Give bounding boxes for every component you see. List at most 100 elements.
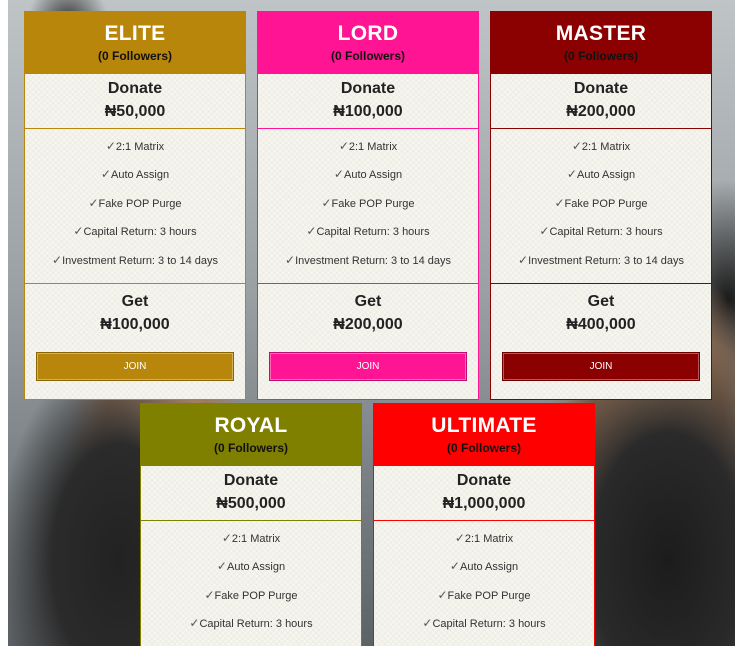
plan-title: ROYAL <box>214 414 288 437</box>
feature-item: ✓Fake POP Purge <box>374 588 594 616</box>
feature-text: Auto Assign <box>343 169 403 182</box>
plan-card-lord: LORD (0 Followers) Donate ₦100,000 ✓2:1 … <box>257 11 479 400</box>
feature-text: Investment Return: 3 to 14 days <box>62 254 218 267</box>
get-amount: ₦200,000 <box>333 316 403 333</box>
plan-card-elite: ELITE (0 Followers) Donate ₦50,000 ✓2:1 … <box>24 11 246 400</box>
followers-count: (0 Followers) <box>97 49 172 63</box>
plan-header: ROYAL (0 Followers) <box>141 404 361 466</box>
plan-title: MASTER <box>555 22 647 45</box>
plan-title: LORD <box>337 22 399 45</box>
feature-text: 2:1 Matrix <box>115 141 165 153</box>
check-icon: ✓ <box>216 559 227 574</box>
feature-text: Capital Return: 3 hours <box>83 226 197 239</box>
feature-text: Capital Return: 3 hours <box>549 226 663 239</box>
feature-item: ✓2:1 Matrix <box>491 139 711 167</box>
donate-amount: ₦100,000 <box>333 103 403 120</box>
feature-item: ✓Auto Assign <box>258 167 478 195</box>
check-icon: ✓ <box>100 167 111 182</box>
check-icon: ✓ <box>52 252 63 267</box>
feature-text: 2:1 Matrix <box>581 141 631 153</box>
join-button[interactable]: JOIN <box>269 352 467 381</box>
donate-label: Donate <box>107 80 163 97</box>
feature-text: Capital Return: 3 hours <box>432 618 546 631</box>
feature-item: ✓2:1 Matrix <box>25 139 245 167</box>
feature-item: ✓Investment Return: 3 to 14 days <box>491 253 711 281</box>
feature-text: Fake POP Purge <box>214 589 298 602</box>
feature-item: ✓Capital Return: 3 hours <box>491 224 711 252</box>
feature-item: ✓2:1 Matrix <box>141 531 361 559</box>
donate-section: Donate ₦200,000 <box>491 74 711 129</box>
check-icon: ✓ <box>422 616 433 631</box>
check-icon: ✓ <box>571 139 582 153</box>
feature-text: Capital Return: 3 hours <box>199 618 313 631</box>
donate-section: Donate ₦50,000 <box>25 74 245 129</box>
feature-text: Fake POP Purge <box>564 197 648 210</box>
feature-item: ✓Auto Assign <box>25 167 245 195</box>
check-icon: ✓ <box>554 195 565 210</box>
check-icon: ✓ <box>566 167 577 182</box>
check-icon: ✓ <box>285 252 296 267</box>
features-list: ✓2:1 Matrix ✓Auto Assign ✓Fake POP Purge… <box>25 129 245 284</box>
plan-header: ELITE (0 Followers) <box>25 12 245 74</box>
features-list: ✓2:1 Matrix ✓Auto Assign ✓Fake POP Purge… <box>374 521 594 645</box>
feature-text: Fake POP Purge <box>447 589 531 602</box>
check-icon: ✓ <box>539 224 550 239</box>
features-list: ✓2:1 Matrix ✓Auto Assign ✓Fake POP Purge… <box>258 129 478 284</box>
check-icon: ✓ <box>189 616 200 631</box>
donate-label: Donate <box>340 80 396 97</box>
check-icon: ✓ <box>321 195 332 210</box>
feature-item: ✓Fake POP Purge <box>258 196 478 224</box>
get-section: Get ₦100,000 <box>25 284 245 342</box>
join-button[interactable]: JOIN <box>502 352 700 381</box>
donate-amount: ₦50,000 <box>104 103 166 120</box>
plan-card-ultimate: ULTIMATE (0 Followers) Donate ₦1,000,000… <box>373 403 595 646</box>
feature-text: Auto Assign <box>110 169 170 182</box>
join-button[interactable]: JOIN <box>36 352 234 381</box>
features-list: ✓2:1 Matrix ✓Auto Assign ✓Fake POP Purge… <box>141 521 361 645</box>
feature-item: ✓Auto Assign <box>374 559 594 587</box>
feature-item: ✓Investment Return: 3 to 14 days <box>258 253 478 281</box>
donate-section: Donate ₦100,000 <box>258 74 478 129</box>
feature-item: ✓Fake POP Purge <box>141 588 361 616</box>
check-icon: ✓ <box>306 224 317 239</box>
plan-header: LORD (0 Followers) <box>258 12 478 74</box>
feature-text: 2:1 Matrix <box>348 141 398 153</box>
followers-count: (0 Followers) <box>446 441 521 455</box>
plan-header: MASTER (0 Followers) <box>491 12 711 74</box>
feature-item: ✓Auto Assign <box>491 167 711 195</box>
feature-text: 2:1 Matrix <box>464 533 514 545</box>
feature-item: ✓2:1 Matrix <box>258 139 478 167</box>
feature-item: ✓Fake POP Purge <box>25 196 245 224</box>
check-icon: ✓ <box>204 587 215 602</box>
check-icon: ✓ <box>449 559 460 574</box>
feature-item: ✓2:1 Matrix <box>374 531 594 559</box>
plan-card-royal: ROYAL (0 Followers) Donate ₦500,000 ✓2:1… <box>140 403 362 646</box>
feature-text: Fake POP Purge <box>98 197 182 210</box>
get-section: Get ₦200,000 <box>258 284 478 342</box>
donate-amount: ₦1,000,000 <box>442 495 526 512</box>
get-label: Get <box>121 293 149 310</box>
feature-item: ✓Capital Return: 3 hours <box>258 224 478 252</box>
feature-item: ✓Fake POP Purge <box>491 196 711 224</box>
followers-count: (0 Followers) <box>563 49 638 63</box>
followers-count: (0 Followers) <box>330 49 405 63</box>
check-icon: ✓ <box>437 587 448 602</box>
get-label: Get <box>587 293 615 310</box>
followers-count: (0 Followers) <box>213 441 288 455</box>
feature-item: ✓Capital Return: 3 hours <box>374 616 594 644</box>
check-icon: ✓ <box>518 252 529 267</box>
check-icon: ✓ <box>88 195 99 210</box>
check-icon: ✓ <box>338 139 349 153</box>
feature-text: Auto Assign <box>459 561 519 574</box>
check-icon: ✓ <box>105 139 116 153</box>
check-icon: ✓ <box>333 167 344 182</box>
get-amount: ₦100,000 <box>100 316 170 333</box>
feature-item: ✓Capital Return: 3 hours <box>141 616 361 644</box>
feature-item: ✓Auto Assign <box>141 559 361 587</box>
feature-text: Auto Assign <box>576 169 636 182</box>
check-icon: ✓ <box>73 224 84 239</box>
feature-text: Investment Return: 3 to 14 days <box>528 254 684 267</box>
plan-title: ULTIMATE <box>431 414 537 437</box>
donate-label: Donate <box>223 472 279 489</box>
feature-item: ✓Investment Return: 3 to 14 days <box>25 253 245 281</box>
